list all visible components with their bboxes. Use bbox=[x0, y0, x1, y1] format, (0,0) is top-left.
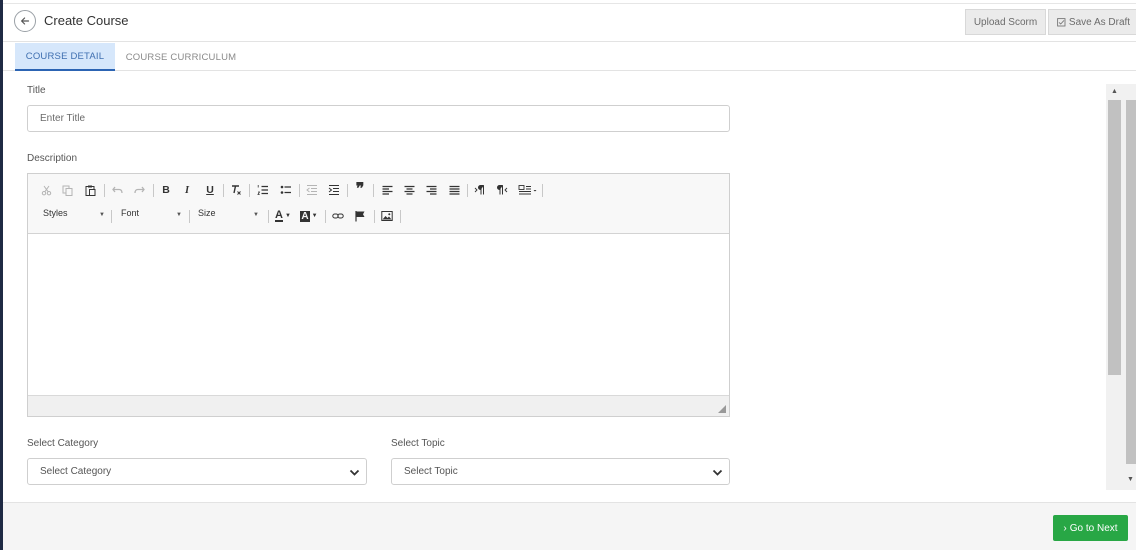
caret-down-icon: ▼ bbox=[99, 212, 105, 218]
font-dropdown-label: Font bbox=[121, 208, 140, 218]
size-dropdown-label: Size bbox=[198, 208, 216, 218]
italic-icon[interactable]: I bbox=[179, 182, 195, 198]
description-edit-area[interactable] bbox=[28, 234, 729, 395]
toolbar-separator bbox=[189, 210, 190, 223]
toolbar-separator bbox=[325, 210, 326, 223]
increase-indent-icon[interactable] bbox=[326, 182, 342, 198]
text-direction-ltr-icon[interactable] bbox=[472, 182, 488, 198]
toolbar-separator bbox=[249, 184, 250, 197]
description-label: Description bbox=[27, 153, 78, 164]
tab-course-detail-label: COURSE DETAIL bbox=[25, 50, 105, 62]
topic-select-value: Select Topic bbox=[404, 466, 458, 477]
category-select[interactable]: Select Category bbox=[27, 458, 367, 485]
text-color-icon[interactable]: A ▼ bbox=[273, 208, 293, 224]
anchor-flag-icon[interactable] bbox=[352, 208, 368, 224]
go-to-next-label: Go to Next bbox=[1069, 522, 1118, 534]
decrease-indent-icon[interactable] bbox=[304, 182, 320, 198]
outer-scrollbar-thumb[interactable] bbox=[1126, 100, 1136, 464]
tab-bar: COURSE DETAIL COURSE CURRICULUM bbox=[3, 42, 1136, 71]
bulleted-list-icon[interactable] bbox=[278, 182, 294, 198]
category-label: Select Category bbox=[27, 438, 99, 449]
toolbar-separator bbox=[467, 184, 468, 197]
scroll-down-icon[interactable]: ▼ bbox=[1127, 476, 1134, 483]
remove-format-icon[interactable] bbox=[228, 182, 244, 198]
caret-down-icon: ▼ bbox=[311, 213, 318, 219]
blockquote-icon[interactable]: ❞ bbox=[352, 181, 368, 198]
category-select-value: Select Category bbox=[40, 466, 112, 477]
underline-icon[interactable]: U bbox=[202, 182, 218, 198]
tab-course-curriculum[interactable]: COURSE CURRICULUM bbox=[121, 43, 241, 71]
caret-down-icon: ▼ bbox=[176, 212, 182, 218]
title-input[interactable] bbox=[27, 105, 730, 132]
page-footer bbox=[3, 502, 1136, 550]
go-to-next-button[interactable]: › Go to Next bbox=[1053, 515, 1128, 541]
toolbar-separator bbox=[268, 210, 269, 223]
toolbar-separator bbox=[347, 184, 348, 197]
styles-dropdown-label: Styles bbox=[43, 208, 68, 218]
page-title: Create Course bbox=[44, 13, 129, 28]
topic-label: Select Topic bbox=[391, 438, 445, 449]
numbered-list-icon[interactable] bbox=[255, 182, 271, 198]
styles-dropdown[interactable]: Styles ▼ bbox=[43, 208, 105, 224]
caret-down-icon: ▼ bbox=[253, 212, 259, 218]
toolbar-separator bbox=[373, 184, 374, 197]
editor-toolbar: B I U ❞ Styles ▼ Font ▼ Size ▼ A ▼ A ▼ bbox=[28, 174, 729, 234]
copy-icon[interactable] bbox=[59, 182, 75, 198]
resize-grip-icon[interactable] bbox=[718, 405, 726, 413]
cut-icon[interactable] bbox=[38, 182, 54, 198]
align-left-icon[interactable] bbox=[379, 182, 395, 198]
toolbar-separator bbox=[153, 184, 154, 197]
undo-icon[interactable] bbox=[109, 182, 125, 198]
chevron-down-icon bbox=[712, 469, 723, 476]
tab-course-curriculum-label: COURSE CURRICULUM bbox=[125, 51, 237, 63]
chevron-right-icon: › bbox=[1063, 522, 1067, 534]
scrollbar-thumb[interactable] bbox=[1108, 100, 1121, 375]
toolbar-separator bbox=[374, 210, 375, 223]
upload-scorm-button[interactable]: Upload Scorm bbox=[965, 9, 1046, 35]
editor-statusbar bbox=[28, 395, 729, 416]
background-color-glyph: A bbox=[300, 210, 310, 222]
paste-icon[interactable] bbox=[82, 182, 98, 198]
link-icon[interactable] bbox=[330, 208, 346, 224]
toolbar-separator bbox=[111, 210, 112, 223]
toolbar-separator bbox=[542, 184, 543, 197]
left-edge-bar bbox=[0, 0, 3, 550]
align-justify-icon[interactable] bbox=[446, 182, 462, 198]
scroll-up-icon[interactable]: ▲ bbox=[1111, 88, 1118, 95]
background-color-icon[interactable]: A ▼ bbox=[299, 208, 319, 224]
text-direction-rtl-icon[interactable] bbox=[494, 182, 510, 198]
description-editor: B I U ❞ Styles ▼ Font ▼ Size ▼ A ▼ A ▼ bbox=[27, 173, 730, 417]
toolbar-separator bbox=[104, 184, 105, 197]
checkbox-edit-icon bbox=[1057, 17, 1066, 26]
save-as-draft-label: Save As Draft bbox=[1068, 16, 1131, 28]
toolbar-separator bbox=[223, 184, 224, 197]
page-header: Create Course Upload Scorm Save As Draft bbox=[3, 4, 1136, 42]
toolbar-separator bbox=[400, 210, 401, 223]
caret-down-icon: ▼ bbox=[285, 213, 291, 219]
upload-scorm-label: Upload Scorm bbox=[973, 16, 1038, 28]
image-icon[interactable] bbox=[379, 208, 395, 224]
align-right-icon[interactable] bbox=[423, 182, 439, 198]
size-dropdown[interactable]: Size ▼ bbox=[198, 208, 259, 224]
redo-icon[interactable] bbox=[131, 182, 147, 198]
topic-select[interactable]: Select Topic bbox=[391, 458, 730, 485]
back-button[interactable] bbox=[14, 10, 36, 32]
save-as-draft-button[interactable]: Save As Draft bbox=[1048, 9, 1136, 35]
language-dropdown-icon[interactable] bbox=[517, 182, 539, 198]
font-dropdown[interactable]: Font ▼ bbox=[121, 208, 182, 224]
arrow-left-icon bbox=[21, 17, 30, 25]
toolbar-separator bbox=[299, 184, 300, 197]
bold-icon[interactable]: B bbox=[158, 182, 174, 198]
title-label: Title bbox=[27, 85, 46, 96]
text-color-glyph: A bbox=[275, 209, 283, 222]
chevron-down-icon bbox=[349, 469, 360, 476]
align-center-icon[interactable] bbox=[401, 182, 417, 198]
tab-course-detail[interactable]: COURSE DETAIL bbox=[15, 43, 115, 71]
